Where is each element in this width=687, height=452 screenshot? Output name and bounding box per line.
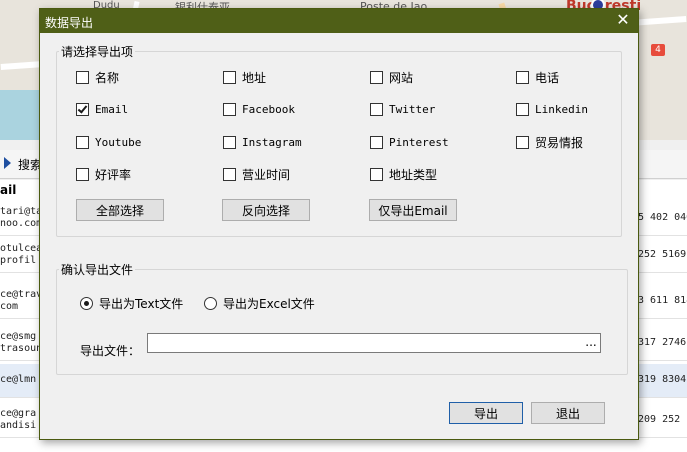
checkbox-box — [370, 167, 383, 181]
checkbox-box — [76, 135, 89, 149]
export-excel-label: 导出为Excel文件 — [223, 296, 315, 311]
export-file-input[interactable] — [147, 333, 601, 353]
checkbox-instagram[interactable]: Instagram — [223, 134, 302, 150]
checkbox-label: 电话 — [535, 70, 560, 85]
checkbox-item-11[interactable]: 贸易情报 — [516, 134, 583, 150]
checkbox-box — [76, 70, 89, 84]
checkbox-item-1[interactable]: 地址 — [223, 69, 266, 85]
checkbox-label: 营业时间 — [242, 167, 291, 182]
checkbox-label: 名称 — [95, 70, 120, 85]
checkbox-linkedin[interactable]: Linkedin — [516, 101, 588, 117]
checkbox-box — [370, 70, 383, 84]
checkbox-box — [516, 70, 529, 84]
export-text-radio[interactable]: 导出为Text文件 — [80, 295, 183, 311]
export-dialog: 数据导出 ✕ 请选择导出项 名称 地址 网站 电话 Email Facebook Twitt… — [39, 8, 639, 440]
checkbox-label: Youtube — [95, 135, 142, 149]
cell-email: tari@ta noo.com — [0, 206, 43, 229]
checkbox-label: 地址类型 — [389, 167, 438, 182]
checkbox-box — [370, 102, 383, 116]
exit-button[interactable]: 退出 — [531, 402, 605, 424]
checkbox-item-2[interactable]: 网站 — [370, 69, 413, 85]
browse-file-button[interactable]: ... — [583, 335, 599, 351]
export-text-label: 导出为Text文件 — [99, 296, 184, 311]
checkbox-box — [223, 167, 236, 181]
confirm-file-legend: 确认导出文件 — [61, 263, 134, 277]
checkbox-item-13[interactable]: 营业时间 — [223, 166, 290, 182]
checkbox-twitter[interactable]: Twitter — [370, 101, 435, 117]
checkbox-box — [223, 135, 236, 149]
dialog-title: 数据导出 — [45, 16, 94, 30]
cell-email: ce@lmn — [0, 374, 37, 385]
checkbox-box — [516, 102, 529, 116]
checkbox-label: 好评率 — [95, 167, 132, 182]
checkbox-item-0[interactable]: 名称 — [76, 69, 119, 85]
column-header-email[interactable]: ail — [0, 183, 16, 197]
road-shield-icon: 4 — [651, 44, 665, 56]
map-water — [0, 90, 40, 140]
checkmark-icon — [77, 102, 88, 114]
checkbox-item-3[interactable]: 电话 — [516, 69, 559, 85]
checkbox-box — [76, 102, 89, 116]
checkbox-pinterest[interactable]: Pinterest — [370, 134, 449, 150]
close-icon[interactable]: ✕ — [614, 11, 632, 29]
export-button[interactable]: 导出 — [449, 402, 523, 424]
checkbox-item-12[interactable]: 好评率 — [76, 166, 131, 182]
checkbox-label: 贸易情报 — [535, 135, 584, 150]
checkbox-label: Linkedin — [535, 102, 588, 116]
export-file-label: 导出文件： — [80, 344, 141, 358]
checkbox-item-14[interactable]: 地址类型 — [370, 166, 437, 182]
checkbox-label: Email — [95, 102, 129, 116]
checkbox-box — [223, 70, 236, 84]
invert-selection-button[interactable]: 反向选择 — [222, 199, 310, 221]
radio-dot — [204, 296, 217, 310]
cell-email: ce@smg trasoun — [0, 331, 43, 354]
cell-phone: 252 5169 — [638, 249, 687, 260]
checkbox-facebook[interactable]: Facebook — [223, 101, 295, 117]
cell-email: ce@gra andisi — [0, 408, 37, 431]
checkbox-box — [223, 102, 236, 116]
export-options-legend: 请选择导出项 — [61, 45, 134, 59]
select-all-button[interactable]: 全部选择 — [76, 199, 164, 221]
cell-phone: 3 611 818 — [638, 295, 687, 306]
checkbox-label: 网站 — [389, 70, 414, 85]
dialog-titlebar[interactable]: 数据导出 ✕ — [40, 9, 638, 33]
cell-phone: 319 8304 — [638, 374, 687, 385]
checkbox-box — [370, 135, 383, 149]
checkbox-email[interactable]: Email — [76, 101, 128, 117]
cell-phone: 209 252 — [638, 414, 681, 425]
checkbox-label: Twitter — [389, 102, 436, 116]
cell-phone: 5 402 040 — [638, 212, 687, 223]
checkbox-label: Facebook — [242, 102, 295, 116]
checkbox-label: Instagram — [242, 135, 302, 149]
cell-email: ce@trav com — [0, 289, 43, 312]
checkbox-label: Pinterest — [389, 135, 449, 149]
email-only-button[interactable]: 仅导出Email — [369, 199, 457, 221]
cell-phone: 317 2746 — [638, 337, 687, 348]
checkbox-box — [76, 167, 89, 181]
play-icon[interactable] — [4, 157, 11, 169]
confirm-file-group: 确认导出文件 — [56, 261, 628, 375]
radio-dot — [80, 296, 93, 310]
export-excel-radio[interactable]: 导出为Excel文件 — [204, 295, 315, 311]
checkbox-box — [516, 135, 529, 149]
checkbox-youtube[interactable]: Youtube — [76, 134, 141, 150]
checkbox-label: 地址 — [242, 70, 267, 85]
